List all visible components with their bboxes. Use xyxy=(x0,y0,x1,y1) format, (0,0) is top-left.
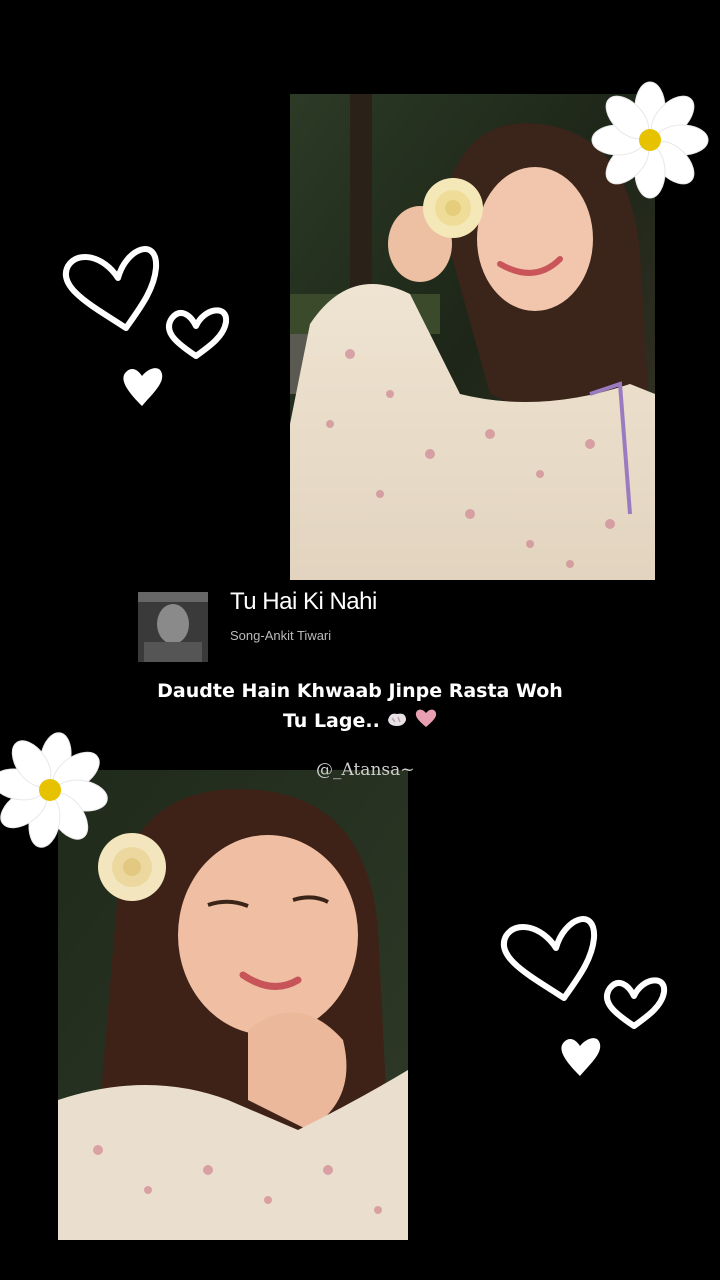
hearts-doodle-icon xyxy=(494,908,674,1084)
lyric-line-2: Tu Lage.. xyxy=(282,710,380,732)
song-title: Tu Hai Ki Nahi xyxy=(230,588,377,615)
lyric-line-2-wrap: Tu Lage.. xyxy=(0,706,720,737)
pink-heart-icon xyxy=(415,707,437,737)
album-art xyxy=(138,592,208,662)
creator-handle: @_Atansa~ xyxy=(316,760,415,780)
lyric-text: Daudte Hain Khwaab Jinpe Rasta Woh Tu La… xyxy=(0,676,720,737)
hands-emoji-icon xyxy=(386,707,408,737)
lyric-line-1: Daudte Hain Khwaab Jinpe Rasta Woh xyxy=(157,680,563,702)
song-card[interactable]: Tu Hai Ki Nahi Song-Ankit Tiwari xyxy=(138,588,538,668)
song-artist: Song-Ankit Tiwari xyxy=(230,628,332,643)
hearts-doodle-icon xyxy=(56,238,236,414)
daisy-flower-icon xyxy=(588,78,712,202)
daisy-flower-icon xyxy=(0,728,112,852)
